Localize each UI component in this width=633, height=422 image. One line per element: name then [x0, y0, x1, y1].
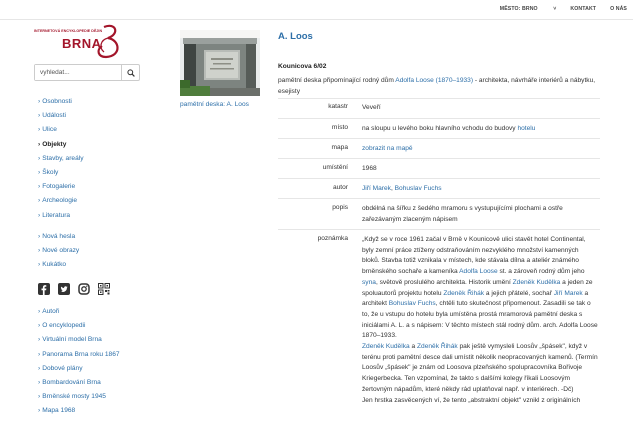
row-label: místo [331, 124, 348, 131]
nav-item-kukatko[interactable]: › Kukátko [38, 258, 79, 272]
site-logo[interactable]: INTERNETOVÁ ENCYKLOPEDIE DĚJIN BRNA [34, 24, 126, 60]
photo-caption[interactable]: pamětní deska: A. Loos [180, 101, 270, 108]
nav-item-ulice[interactable]: › Ulice [38, 123, 84, 137]
city-label: MĚSTO: BRNO [499, 6, 538, 12]
nav-item-objekty[interactable]: › Objekty [38, 138, 84, 152]
nav-item-skoly[interactable]: › Školy [38, 166, 84, 180]
nav-item-autori[interactable]: › Autoři [38, 305, 120, 319]
nav-item-osobnosti[interactable]: › Osobnosti [38, 95, 84, 109]
text-link[interactable]: Jiří Marek [554, 290, 583, 297]
row-value: zobrazit na mapě [362, 144, 598, 155]
nav-item-nova-hesla[interactable]: › Nová hesla [38, 230, 79, 244]
nav-item-nove-obrazy[interactable]: › Nové obrazy [38, 244, 79, 258]
search-box [34, 64, 140, 81]
secondary-nav: › Nová hesla › Nové obrazy › Kukátko [38, 230, 79, 273]
instagram-icon[interactable] [78, 283, 90, 295]
text-link[interactable]: Zdeněk Kudělka [513, 279, 561, 286]
author-link-fuchs[interactable]: Bohuslav Fuchs [395, 185, 442, 192]
row-value: obdélná na šířku z šedého mramoru s vyst… [362, 205, 563, 223]
twitter-icon[interactable] [58, 283, 70, 295]
row-value: 1968 [362, 165, 377, 172]
nav-item-mosty[interactable]: › Brněnské mosty 1945 [38, 390, 120, 404]
row-label: katastr [328, 103, 348, 110]
nav-item-panorama[interactable]: › Panorama Brna roku 1867 [38, 348, 120, 362]
row-value: Veveří [362, 104, 381, 111]
text-link[interactable]: Bohuslav Fuchs [389, 300, 436, 307]
primary-nav: › Osobnosti › Události › Ulice › Objekty › St… [38, 95, 84, 223]
text-link[interactable]: syna [362, 279, 376, 286]
nav-item-dobove-plany[interactable]: › Dobové plány [38, 362, 120, 376]
row-umisteni: umístění 1968 [278, 159, 600, 179]
nav-item-virtualni-model[interactable]: › Virtuální model Brna [38, 333, 120, 347]
logo-subtitle: INTERNETOVÁ ENCYKLOPEDIE DĚJIN [34, 29, 103, 33]
nav-item-bombardovani[interactable]: › Bombardování Brna [38, 376, 120, 390]
row-poznamka: poznámka „Když se v roce 1961 začal v Br… [278, 230, 600, 422]
nav-item-o-encyklopedii[interactable]: › O encyklopedii [38, 319, 120, 333]
row-label: mapa [331, 144, 349, 151]
text-link[interactable]: Zdeněk Kudělka [362, 343, 410, 350]
row-misto: místo na sloupu u levého boku hlavního v… [278, 119, 600, 139]
nav-item-literatura[interactable]: › Literatura [38, 209, 84, 223]
nav-item-udalosti[interactable]: › Události [38, 109, 84, 123]
entry-address: Kounicova 6/02 [278, 63, 327, 70]
row-value: „Když se v roce 1961 začal v Brně v Koun… [362, 236, 598, 404]
row-label: umístění [322, 164, 348, 171]
nav-item-archeologie[interactable]: › Archeologie [38, 194, 84, 208]
row-label: autor [332, 184, 348, 191]
author-link-marek[interactable]: Jiří Marek [362, 185, 391, 192]
about-link[interactable]: O NÁS [610, 6, 627, 12]
text-link[interactable]: Adolfa Loose [459, 268, 498, 275]
logo-emblem-icon [97, 24, 119, 59]
entry-photo[interactable] [180, 30, 260, 96]
hotel-link[interactable]: hotelu [517, 125, 535, 132]
nav-item-mapa-1968[interactable]: › Mapa 1968 [38, 404, 120, 418]
row-mapa: mapa zobrazit na mapě [278, 139, 600, 159]
row-value: na sloupu u levého boku hlavního vchodu … [362, 125, 536, 132]
row-label: poznámka [317, 235, 348, 242]
city-selector[interactable]: MĚSTO: BRNO ˅ [486, 6, 557, 12]
search-icon [126, 68, 135, 77]
contact-link[interactable]: KONTAKT [570, 6, 596, 12]
search-button[interactable] [121, 65, 139, 80]
entry-description: pamětní deska připomínající rodný dům Ad… [278, 77, 596, 95]
nav-item-fotogalerie[interactable]: › Fotogalerie [38, 180, 84, 194]
adolf-loos-link[interactable]: Adolfa Loose (1870–1933) [395, 77, 473, 84]
page-title: A. Loos [278, 31, 313, 42]
row-value: Jiří Marek, Bohuslav Fuchs [362, 185, 442, 192]
chevron-down-icon: ˅ [553, 6, 557, 12]
show-on-map-link[interactable]: zobrazit na mapě [362, 145, 413, 152]
tertiary-nav: › Autoři › O encyklopedii › Virtuální model… [38, 305, 120, 419]
text-link[interactable]: Zdeněk Řihák [417, 343, 458, 350]
nav-item-stavby[interactable]: › Stavby, areály [38, 152, 84, 166]
qr-code-icon[interactable] [98, 283, 110, 295]
top-bar: MĚSTO: BRNO ˅ KONTAKT O NÁS [0, 0, 633, 20]
top-nav: MĚSTO: BRNO ˅ KONTAKT O NÁS [472, 6, 627, 12]
row-katastr: katastr Veveří [278, 98, 600, 119]
row-autor: autor Jiří Marek, Bohuslav Fuchs [278, 179, 600, 199]
search-input[interactable] [35, 65, 121, 80]
row-label: popis [332, 204, 348, 211]
text-link[interactable]: Zdeněk Řihák [443, 290, 484, 297]
row-popis: popis obdélná na šířku z šedého mramoru … [278, 199, 600, 230]
facebook-icon[interactable] [38, 283, 50, 295]
social-links [38, 283, 118, 295]
